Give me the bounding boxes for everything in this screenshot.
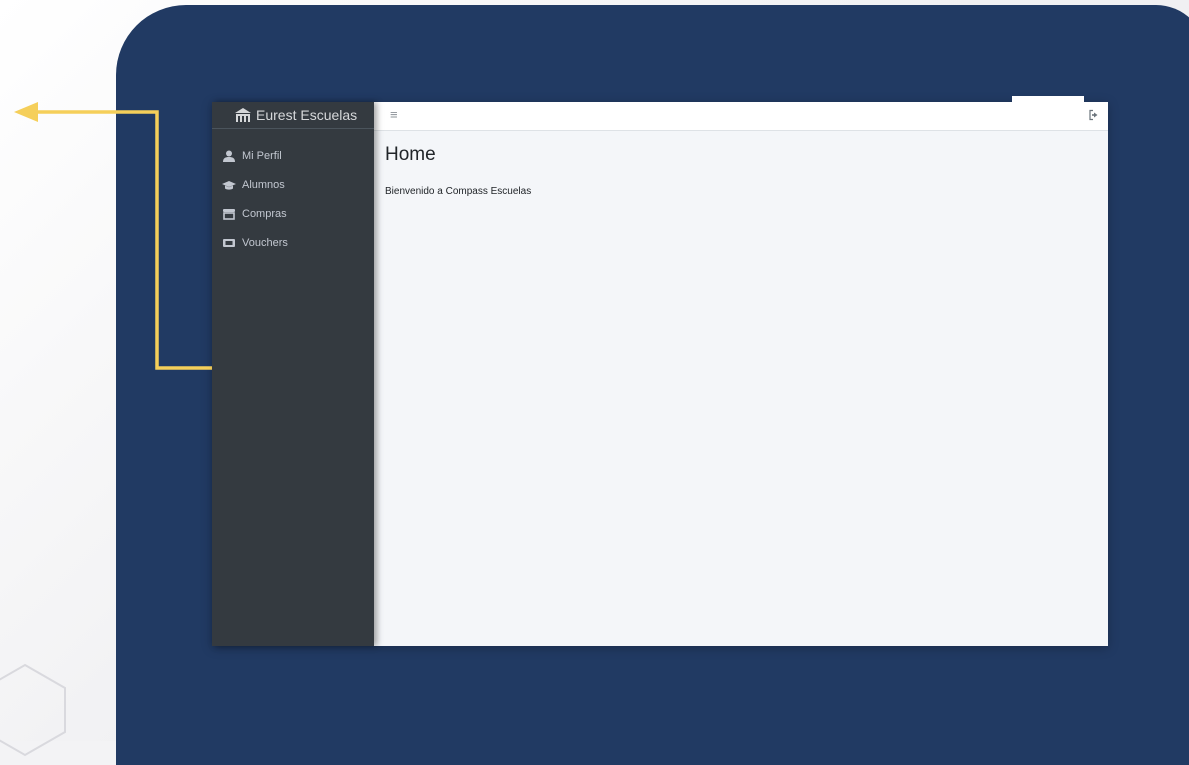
sidebar-item-label: Alumnos: [242, 178, 285, 191]
ticket-icon: [223, 238, 235, 247]
navbar-tab-highlight: [1012, 96, 1084, 104]
main-content: ≡ Home Bienvenido a Compass Escuelas: [374, 96, 1108, 646]
school-building-icon: [235, 108, 251, 122]
sidebar-item-label: Mi Perfil: [242, 149, 282, 162]
sidebar-menu: Mi Perfil Alumnos Compras Vouchers: [212, 129, 374, 257]
hexagon-decoration: [0, 663, 66, 757]
app-window: Eurest Escuelas Mi Perfil Alumnos Compra…: [212, 96, 1108, 646]
page-title: Home: [385, 144, 436, 165]
store-icon: [223, 208, 235, 220]
sidebar-item-label: Vouchers: [242, 236, 288, 249]
sign-out-icon[interactable]: [1088, 109, 1100, 121]
sidebar-item-vouchers[interactable]: Vouchers: [212, 228, 374, 257]
sidebar: Eurest Escuelas Mi Perfil Alumnos Compra…: [212, 102, 374, 646]
hamburger-icon[interactable]: ≡: [390, 107, 398, 122]
brand-link[interactable]: Eurest Escuelas: [212, 102, 374, 129]
brand-name: Eurest Escuelas: [256, 107, 358, 123]
top-navbar: ≡: [374, 96, 1108, 131]
user-icon: [223, 150, 235, 162]
graduation-cap-icon: [222, 180, 236, 190]
welcome-message: Bienvenido a Compass Escuelas: [385, 186, 532, 197]
sidebar-item-compras[interactable]: Compras: [212, 199, 374, 228]
sidebar-item-alumnos[interactable]: Alumnos: [212, 170, 374, 199]
sidebar-item-label: Compras: [242, 207, 287, 220]
sidebar-item-mi-perfil[interactable]: Mi Perfil: [212, 141, 374, 170]
